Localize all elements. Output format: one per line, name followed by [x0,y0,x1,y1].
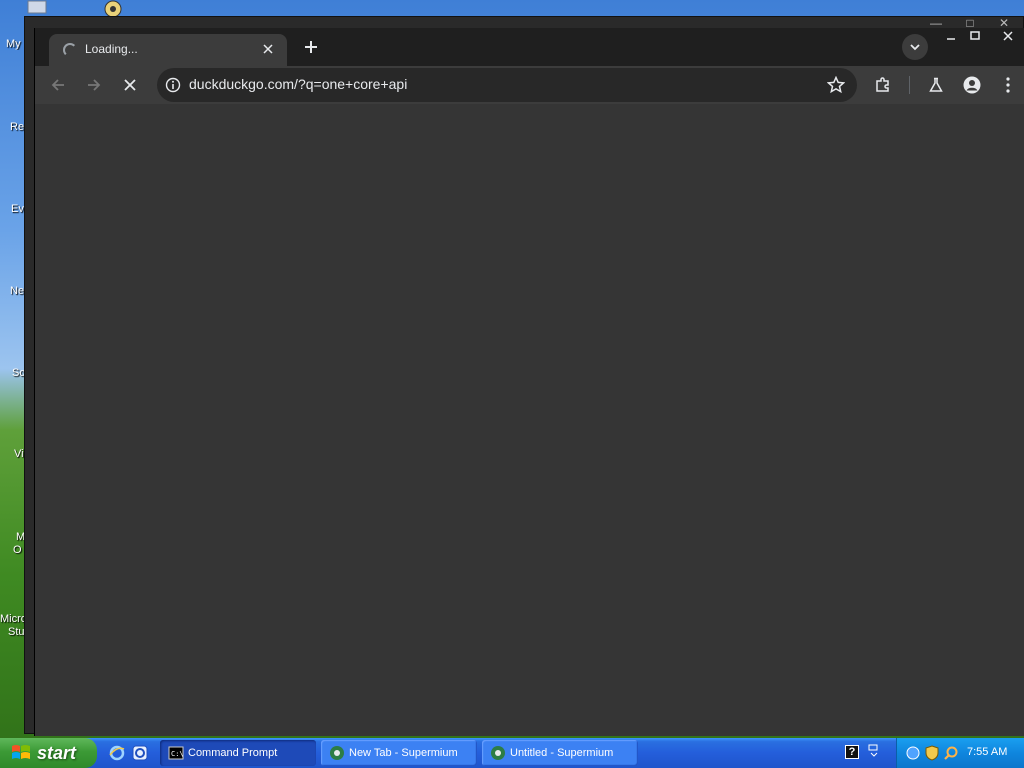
maximize-button[interactable] [961,28,989,44]
browser-quicklaunch-icon[interactable] [131,744,149,762]
clock[interactable]: 7:55 AM [967,746,1007,758]
taskbar-item-untitled[interactable]: Untitled - Supermium [482,740,638,766]
search-icon[interactable] [943,745,959,761]
tab-loading[interactable]: Loading... [49,34,287,66]
network-icon[interactable] [905,745,921,761]
arrow-left-icon [51,79,64,91]
extensions-button[interactable] [868,70,898,100]
new-tab-button[interactable] [297,33,325,61]
close-icon [263,44,273,54]
plus-icon [305,41,317,53]
minimize-icon [947,38,955,40]
taskbar-item-label: Untitled - Supermium [510,747,614,759]
shield-icon[interactable] [924,745,940,761]
page-content[interactable] [35,104,1024,736]
back-button[interactable] [43,70,73,100]
chevron-down-icon [910,44,920,51]
puzzle-icon [876,77,889,92]
info-icon[interactable] [165,77,181,93]
loading-spinner-icon [63,43,77,57]
internet-explorer-icon[interactable] [108,744,126,762]
browser-toolbar: duckduckgo.com/?q=one+core+api [35,66,1024,104]
profile-button[interactable] [957,70,987,100]
close-window-button[interactable] [994,28,1022,44]
tab-close-button[interactable] [259,40,277,58]
tab-strip: Loading... [35,28,1024,66]
start-button[interactable]: start [0,738,97,768]
help-icon[interactable]: ? [845,745,859,759]
arrow-right-icon [88,79,101,91]
svg-text:C:\: C:\ [171,750,184,758]
labs-button[interactable] [921,70,951,100]
maximize-icon [970,31,980,40]
start-label: start [37,742,77,763]
account-icon [963,76,981,94]
supermium-icon [330,746,344,760]
tab-search-button[interactable] [902,34,928,60]
toolbar-separator [909,76,910,94]
tab-title: Loading... [85,42,138,56]
browser-window: Loading... duckduckgo.com/?q=one+core+ap… [34,28,1024,736]
address-bar[interactable]: duckduckgo.com/?q=one+core+api [157,68,857,102]
star-icon[interactable] [827,76,845,94]
taskbar-item-label: New Tab - Supermium [349,747,458,759]
taskbar-item-new-tab[interactable]: New Tab - Supermium [321,740,477,766]
stop-loading-button[interactable] [115,70,145,100]
flask-icon [929,77,943,92]
taskbar-item-command-prompt[interactable]: C:\ Command Prompt [160,740,316,766]
supermium-icon [491,746,505,760]
close-icon [1003,31,1013,41]
desktop-icon-label[interactable]: Micro [0,613,24,625]
close-icon [124,79,136,91]
taskbar-item-label: Command Prompt [188,747,278,759]
windows-flag-icon [12,745,30,759]
url-text[interactable]: duckduckgo.com/?q=one+core+api [189,76,407,92]
taskbar: start C:\ Command Prompt New Tab - Super… [0,738,1024,768]
kebab-menu-icon [1006,77,1010,93]
command-prompt-icon: C:\ [168,746,184,760]
menu-button[interactable] [993,70,1023,100]
forward-button[interactable] [79,70,109,100]
show-windows-icon[interactable] [866,743,882,759]
system-tray: 7:55 AM [896,738,1024,768]
